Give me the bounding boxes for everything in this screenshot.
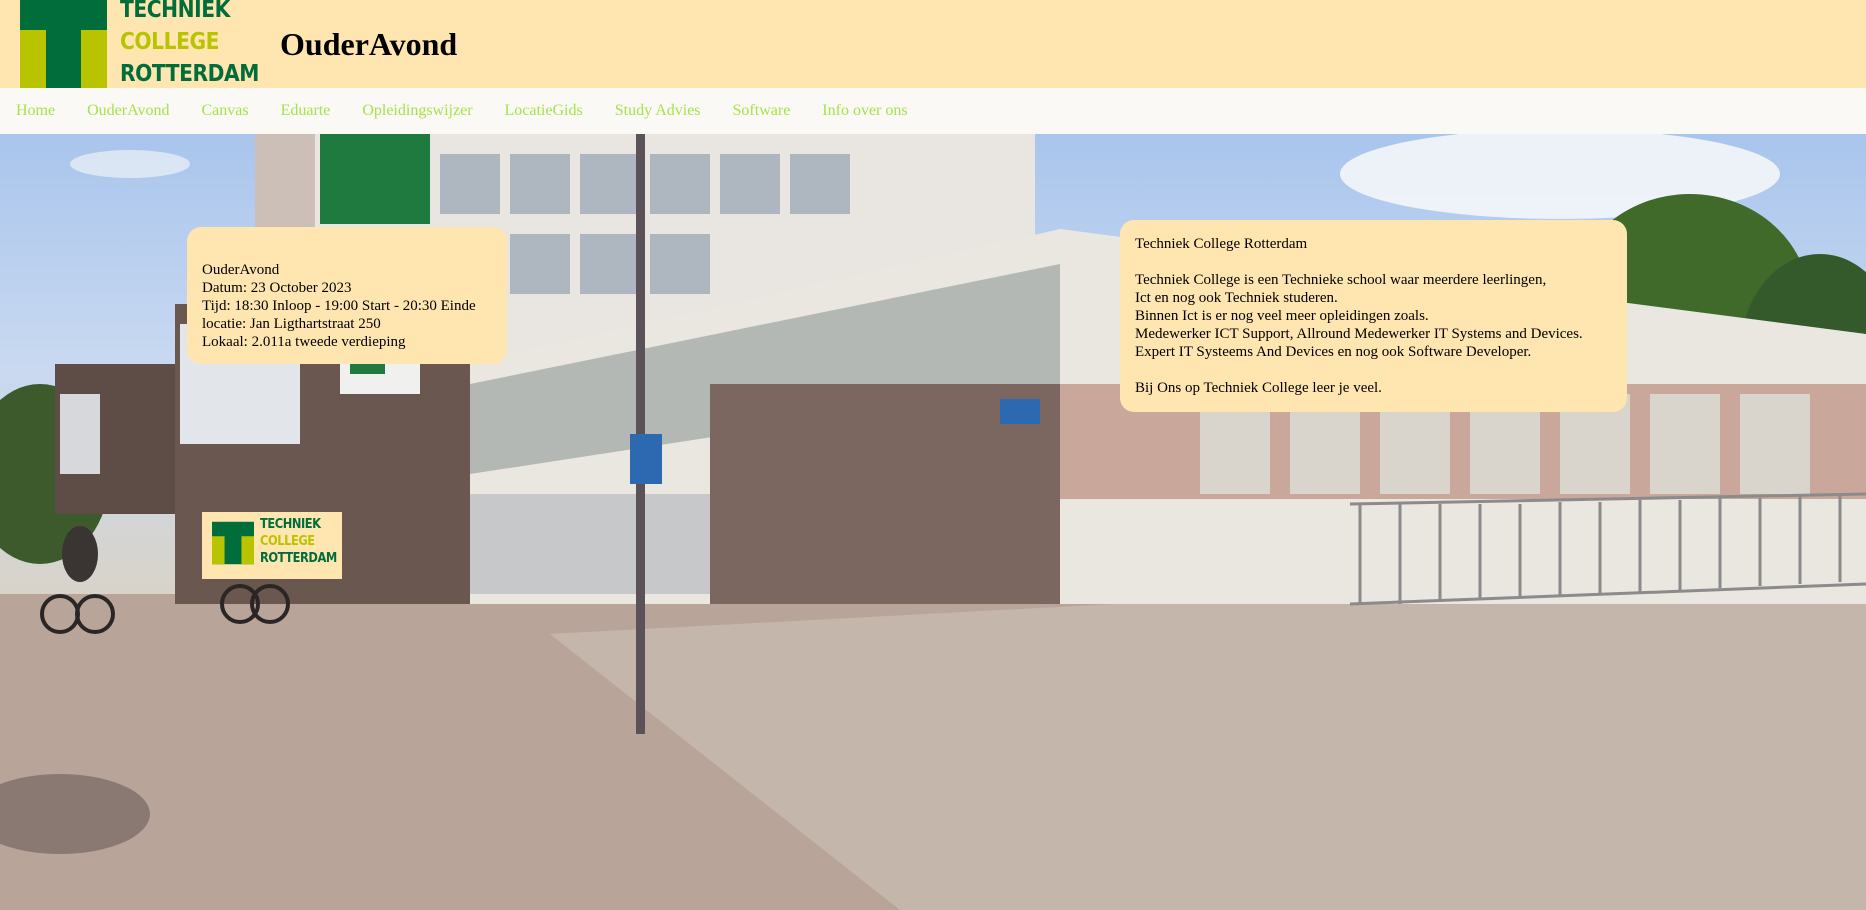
logo-word-rotterdam: ROTTERDAM (260, 551, 337, 566)
logo-mark-icon (212, 521, 254, 565)
nav-link-locatiegids[interactable]: LocatieGids (505, 102, 583, 120)
school-info-line: Binnen Ict is er nog veel meer opleiding… (1135, 308, 1429, 324)
logo-wordmark: TECHNIEK COLLEGE ROTTERDAM (260, 516, 347, 567)
event-date: Datum: 23 October 2023 (202, 280, 352, 296)
nav-link-eduarte[interactable]: Eduarte (281, 102, 331, 120)
event-location: locatie: Jan Ligthartstraat 250 (202, 316, 381, 332)
school-info-line: Ict en nog ook Techniek studeren. (1135, 290, 1338, 306)
nav-link-home[interactable]: Home (16, 102, 55, 120)
techniek-college-logo[interactable]: TECHNIEK COLLEGE ROTTERDAM (20, 0, 262, 88)
nav-link-canvas[interactable]: Canvas (201, 102, 248, 120)
site-header: TECHNIEK COLLEGE ROTTERDAM OuderAvond (0, 0, 1866, 88)
logo-word-college: COLLEGE (260, 534, 315, 549)
event-time: Tijd: 18:30 Inloop - 19:00 Start - 20:30… (202, 298, 476, 314)
nav-link-software[interactable]: Software (733, 102, 791, 120)
nav-link-info-over-ons[interactable]: Info over ons (822, 102, 907, 120)
page-title: OuderAvond (280, 26, 458, 62)
logo-wordmark: TECHNIEK COLLEGE ROTTERDAM (120, 0, 278, 90)
school-info-closing: Bij Ons op Techniek College leer je veel… (1135, 380, 1382, 396)
logo-mark-icon (20, 0, 107, 88)
event-title: OuderAvond (202, 262, 280, 278)
school-info-line: Techniek College is een Technieke school… (1135, 272, 1547, 288)
event-info-card: OuderAvond Datum: 23 October 2023 Tijd: … (187, 227, 507, 364)
school-info-line: Medewerker ICT Support, Allround Medewer… (1135, 326, 1583, 342)
nav-link-opleidingswijzer[interactable]: Opleidingswijzer (362, 102, 472, 120)
nav-link-ouderavond[interactable]: OuderAvond (87, 102, 169, 120)
event-room: Lokaal: 2.011a tweede verdieping (202, 334, 406, 350)
logo-word-techniek: TECHNIEK (120, 0, 230, 23)
school-info-card: Techniek College Rotterdam Techniek Coll… (1120, 220, 1627, 412)
school-info-line: Expert IT Systeems And Devices en nog oo… (1135, 344, 1532, 360)
logo-word-techniek: TECHNIEK (260, 517, 321, 532)
main-nav: Home OuderAvond Canvas Eduarte Opleiding… (0, 88, 1866, 134)
logo-word-college: COLLEGE (120, 29, 220, 55)
hero-section: OuderAvond Datum: 23 October 2023 Tijd: … (0, 134, 1866, 910)
building-logo-sign: TECHNIEK COLLEGE ROTTERDAM (202, 512, 342, 579)
nav-link-study-advies[interactable]: Study Advies (615, 102, 701, 120)
school-info-title: Techniek College Rotterdam (1135, 236, 1308, 252)
logo-word-rotterdam: ROTTERDAM (120, 61, 259, 87)
